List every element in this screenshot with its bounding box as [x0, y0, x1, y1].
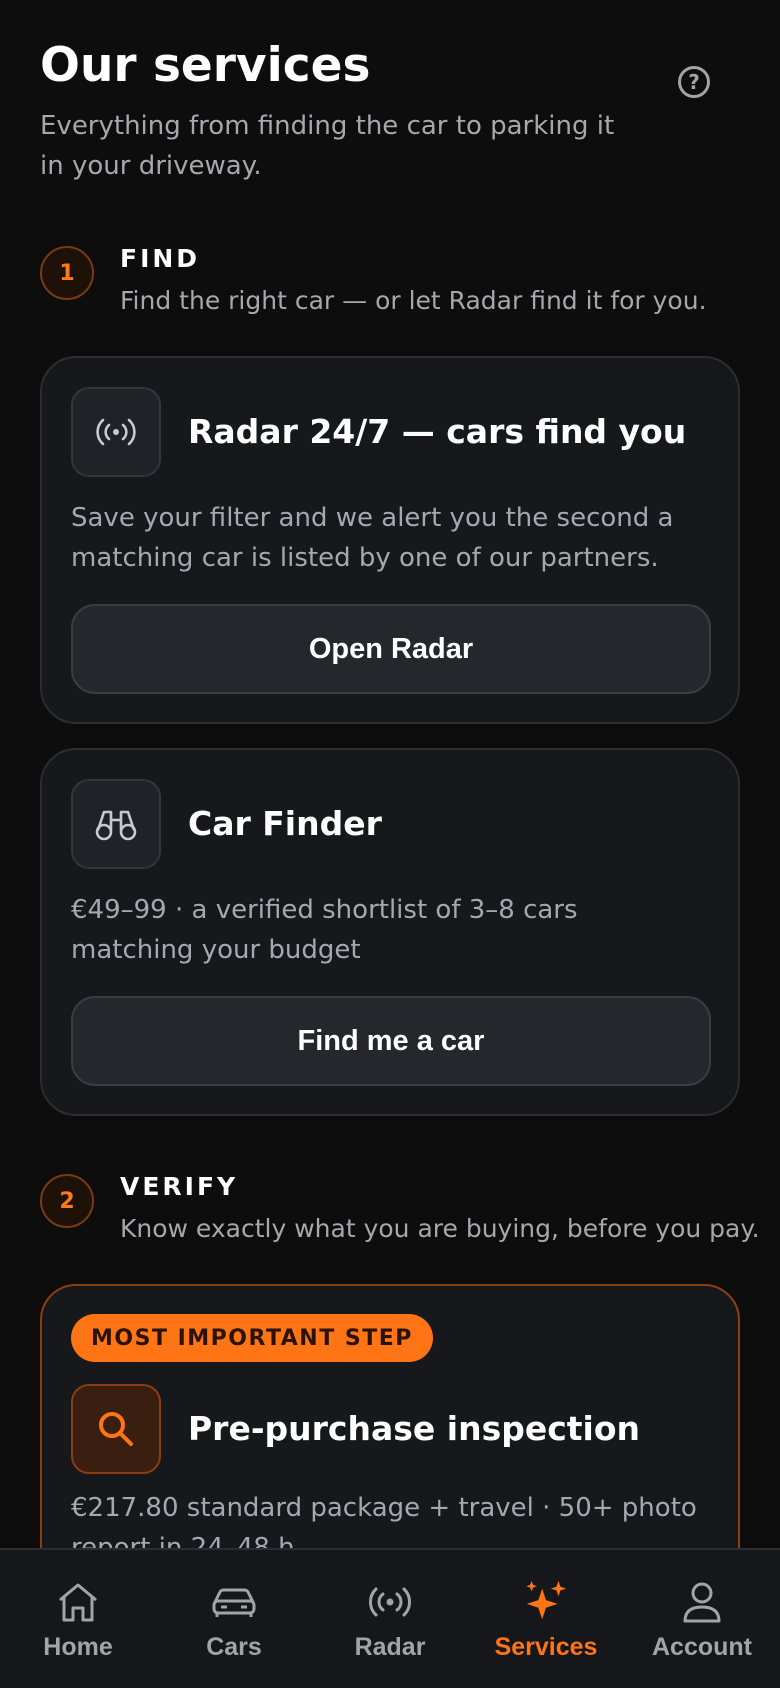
- tab-home[interactable]: Home: [0, 1550, 156, 1688]
- bottom-tab-bar: Home Cars Radar Services Account: [0, 1548, 780, 1688]
- car-finder-card: Car Finder €49–99 · a verified shortlist…: [40, 748, 740, 1116]
- car-icon: [211, 1579, 257, 1625]
- page-subtitle: Everything from finding the car to parki…: [40, 111, 615, 181]
- card-title: Car Finder: [188, 804, 382, 843]
- step-title: VERIFY: [120, 1172, 239, 1201]
- search-icon: [71, 1384, 161, 1474]
- page-title: Our services: [40, 38, 371, 93]
- tab-label: Account: [652, 1633, 752, 1661]
- step-description: Know exactly what you are buying, before…: [120, 1214, 760, 1243]
- services-scroll-area[interactable]: Our services ? Everything from finding t…: [0, 0, 780, 1548]
- home-icon: [55, 1579, 101, 1625]
- tab-account[interactable]: Account: [624, 1550, 780, 1688]
- sparkles-icon: [523, 1579, 569, 1625]
- tab-cars[interactable]: Cars: [156, 1550, 312, 1688]
- step-title: FIND: [120, 244, 201, 273]
- tab-label: Radar: [354, 1633, 426, 1661]
- user-icon: [679, 1579, 725, 1625]
- card-title: Pre-purchase inspection: [188, 1409, 641, 1448]
- radar-broadcast-icon: [367, 1579, 413, 1625]
- open-radar-button[interactable]: Open Radar: [71, 604, 711, 694]
- tab-radar[interactable]: Radar: [312, 1550, 468, 1688]
- help-button[interactable]: ?: [678, 66, 710, 98]
- tab-label: Home: [43, 1633, 113, 1661]
- step-description: Find the right car — or let Radar find i…: [120, 286, 707, 315]
- card-title: Radar 24/7 — cars find you: [188, 412, 687, 451]
- card-description: €217.80 standard package + travel · 50+ …: [71, 1493, 697, 1548]
- inspection-card[interactable]: MOST IMPORTANT STEP Pre-purchase inspect…: [40, 1284, 740, 1548]
- help-circle-icon: ?: [688, 70, 700, 94]
- most-important-badge: MOST IMPORTANT STEP: [71, 1314, 433, 1362]
- binoculars-icon: [71, 779, 161, 869]
- radar-card: Radar 24/7 — cars find you Save your fil…: [40, 356, 740, 724]
- tab-label: Cars: [206, 1633, 262, 1661]
- tab-services[interactable]: Services: [468, 1550, 624, 1688]
- step-number: 2: [40, 1174, 94, 1228]
- card-description: Save your filter and we alert you the se…: [71, 503, 674, 573]
- step-number: 1: [40, 246, 94, 300]
- card-description: €49–99 · a verified shortlist of 3–8 car…: [71, 895, 578, 965]
- radar-broadcast-icon: [71, 387, 161, 477]
- find-me-a-car-button[interactable]: Find me a car: [71, 996, 711, 1086]
- tab-label: Services: [494, 1633, 598, 1661]
